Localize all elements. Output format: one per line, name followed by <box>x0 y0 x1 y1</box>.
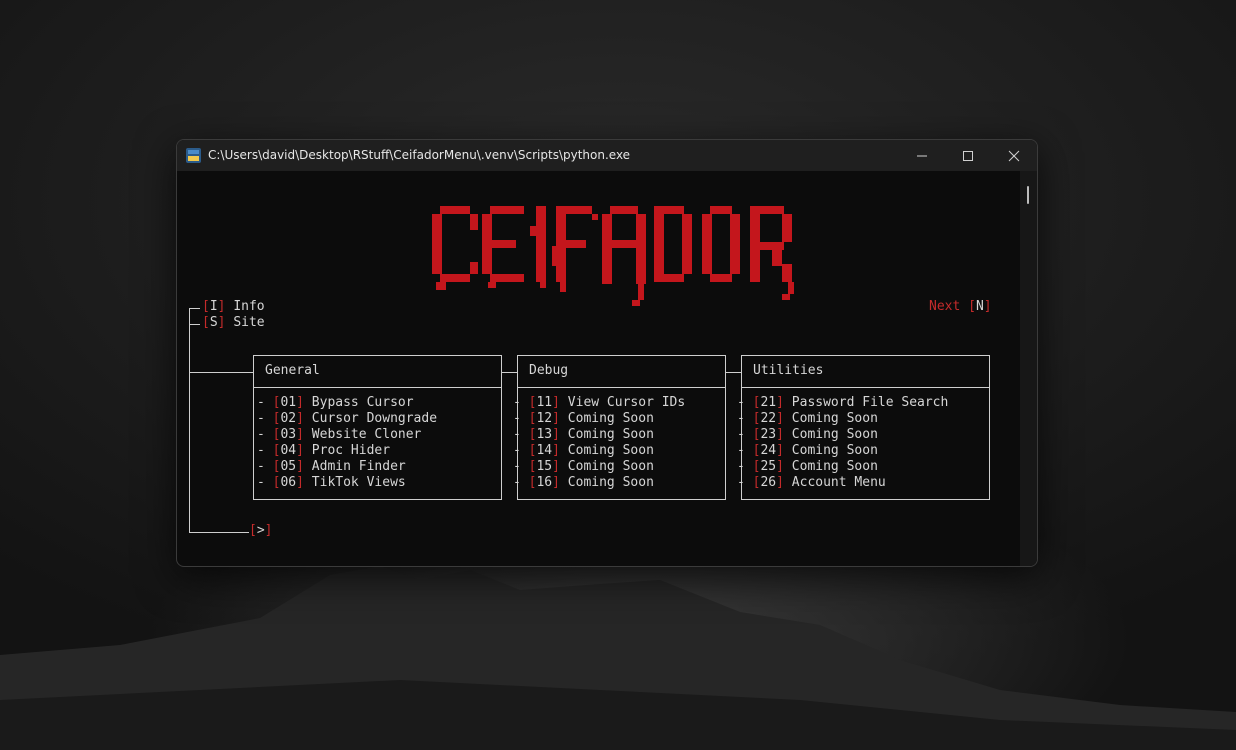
menu-item-info[interactable]: [I] Info <box>202 299 265 315</box>
panel-divider <box>518 387 725 388</box>
maximize-icon <box>963 151 973 161</box>
ceifador-logo <box>432 206 794 306</box>
next-page-button[interactable]: Next [N] <box>929 299 992 315</box>
option-03[interactable]: - [03] Website Cloner <box>257 427 421 443</box>
option-24[interactable]: - [24] Coming Soon <box>737 443 878 459</box>
panel-title: General <box>265 363 320 378</box>
maximize-button[interactable] <box>945 140 991 171</box>
option-05[interactable]: - [05] Admin Finder <box>257 459 406 475</box>
option-06[interactable]: - [06] TikTok Views <box>257 475 406 491</box>
tree-connector <box>189 308 190 533</box>
terminal-output[interactable]: [I] Info [S] Site Next [N] General Debug… <box>177 171 1020 566</box>
option-25[interactable]: - [25] Coming Soon <box>737 459 878 475</box>
option-21[interactable]: - [21] Password File Search <box>737 395 948 411</box>
panel-divider <box>742 387 989 388</box>
close-button[interactable] <box>991 140 1037 171</box>
option-11[interactable]: - [11] View Cursor IDs <box>513 395 685 411</box>
title-bar[interactable]: C:\Users\david\Desktop\RStuff\CeifadorMe… <box>177 140 1037 171</box>
tree-connector <box>189 308 200 309</box>
panel-connector <box>726 372 741 373</box>
terminal-window: C:\Users\david\Desktop\RStuff\CeifadorMe… <box>176 139 1038 567</box>
option-14[interactable]: - [14] Coming Soon <box>513 443 654 459</box>
panel-title: Utilities <box>753 363 824 378</box>
option-12[interactable]: - [12] Coming Soon <box>513 411 654 427</box>
option-04[interactable]: - [04] Proc Hider <box>257 443 390 459</box>
vertical-scrollbar[interactable] <box>1020 171 1037 566</box>
option-22[interactable]: - [22] Coming Soon <box>737 411 878 427</box>
option-01[interactable]: - [01] Bypass Cursor <box>257 395 414 411</box>
menu-item-site[interactable]: [S] Site <box>202 315 265 331</box>
option-23[interactable]: - [23] Coming Soon <box>737 427 878 443</box>
option-26[interactable]: - [26] Account Menu <box>737 475 886 491</box>
window-title: C:\Users\david\Desktop\RStuff\CeifadorMe… <box>208 148 631 162</box>
input-prompt[interactable]: [>] <box>249 523 272 539</box>
scrollbar-thumb[interactable] <box>1027 186 1029 204</box>
panel-title: Debug <box>529 363 569 378</box>
minimize-icon <box>917 155 927 157</box>
option-16[interactable]: - [16] Coming Soon <box>513 475 654 491</box>
tree-connector <box>189 324 200 325</box>
minimize-button[interactable] <box>899 140 945 171</box>
option-15[interactable]: - [15] Coming Soon <box>513 459 654 475</box>
tree-connector <box>189 532 249 533</box>
option-13[interactable]: - [13] Coming Soon <box>513 427 654 443</box>
close-icon <box>1008 150 1020 162</box>
tree-connector <box>189 372 253 373</box>
python-icon <box>186 148 201 163</box>
panel-divider <box>254 387 501 388</box>
option-02[interactable]: - [02] Cursor Downgrade <box>257 411 437 427</box>
panel-connector <box>502 372 517 373</box>
